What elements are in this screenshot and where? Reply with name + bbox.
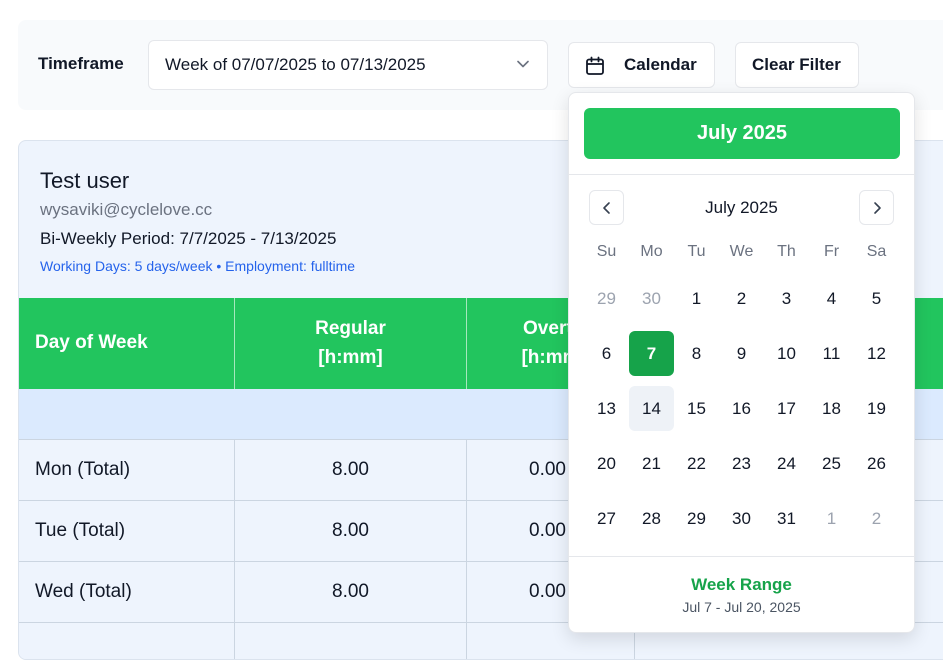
calendar-popup-header[interactable]: July 2025 bbox=[584, 108, 900, 159]
employment-meta: Working Days: 5 days/week • Employment: … bbox=[40, 258, 356, 274]
divider bbox=[569, 556, 914, 557]
timeframe-label: Timeframe bbox=[38, 54, 124, 73]
calendar-day[interactable]: 13 bbox=[584, 386, 629, 431]
calendar-icon bbox=[586, 56, 604, 75]
clear-filter-label: Clear Filter bbox=[752, 55, 841, 74]
calendar-day[interactable]: 19 bbox=[854, 386, 899, 431]
weekday-label: Sa bbox=[866, 243, 887, 260]
calendar-day[interactable]: 17 bbox=[764, 386, 809, 431]
calendar-day[interactable]: 1 bbox=[809, 496, 854, 541]
user-name: Test user bbox=[40, 168, 130, 193]
calendar-day[interactable]: 10 bbox=[764, 331, 809, 376]
row-regular: 8.00 bbox=[332, 520, 369, 541]
calendar-day[interactable]: 24 bbox=[764, 441, 809, 486]
weekday-label: Tu bbox=[687, 243, 706, 260]
period-label: Bi-Weekly Period: 7/7/2025 - 7/13/2025 bbox=[40, 229, 337, 248]
calendar-day[interactable]: 20 bbox=[584, 441, 629, 486]
timeframe-select[interactable]: Week of 07/07/2025 to 07/13/2025 bbox=[148, 40, 548, 90]
row-day: Wed (Total) bbox=[35, 581, 132, 602]
weekday-label: Su bbox=[596, 243, 617, 260]
calendar-day[interactable]: 25 bbox=[809, 441, 854, 486]
calendar-day[interactable]: 23 bbox=[719, 441, 764, 486]
calendar-day[interactable]: 30 bbox=[719, 496, 764, 541]
calendar-day[interactable]: 27 bbox=[584, 496, 629, 541]
calendar-day[interactable]: 12 bbox=[854, 331, 899, 376]
header-regular[interactable]: Regular [h:mm] bbox=[235, 298, 467, 389]
row-overtime: 0.00 bbox=[529, 581, 566, 602]
calendar-day[interactable]: 8 bbox=[674, 331, 719, 376]
calendar-day[interactable]: 29 bbox=[584, 276, 629, 321]
calendar-button[interactable]: Calendar bbox=[568, 42, 715, 88]
calendar-day[interactable]: 28 bbox=[629, 496, 674, 541]
row-regular: 8.00 bbox=[332, 581, 369, 602]
weekday-label: Th bbox=[777, 243, 796, 260]
clear-filter-button[interactable]: Clear Filter bbox=[735, 42, 859, 88]
calendar-day[interactable]: 15 bbox=[674, 386, 719, 431]
week-range-value: Jul 7 - Jul 20, 2025 bbox=[682, 599, 801, 615]
divider bbox=[569, 174, 914, 175]
row-overtime: 0.00 bbox=[529, 520, 566, 541]
user-email: wysaviki@cyclelove.cc bbox=[40, 200, 213, 219]
calendar-day[interactable]: 2 bbox=[854, 496, 899, 541]
row-regular: 8.00 bbox=[332, 459, 369, 480]
header-day-of-week[interactable]: Day of Week bbox=[19, 298, 235, 389]
calendar-day[interactable]: 30 bbox=[629, 276, 674, 321]
calendar-day-selected[interactable]: 7 bbox=[629, 331, 674, 376]
calendar-day[interactable]: 1 bbox=[674, 276, 719, 321]
weekday-label: Mo bbox=[640, 243, 663, 260]
calendar-day[interactable]: 16 bbox=[719, 386, 764, 431]
row-day: Mon (Total) bbox=[35, 459, 131, 480]
calendar-day[interactable]: 21 bbox=[629, 441, 674, 486]
week-range-title: Week Range bbox=[691, 575, 792, 594]
calendar-day[interactable]: 26 bbox=[854, 441, 899, 486]
calendar-day[interactable]: 9 bbox=[719, 331, 764, 376]
calendar-button-label: Calendar bbox=[624, 55, 697, 74]
row-day: Tue (Total) bbox=[35, 520, 126, 541]
calendar-day[interactable]: 31 bbox=[764, 496, 809, 541]
weekday-label: Fr bbox=[823, 243, 840, 260]
weekday-label: We bbox=[729, 243, 754, 260]
calendar-day[interactable]: 18 bbox=[809, 386, 854, 431]
calendar-day[interactable]: 6 bbox=[584, 331, 629, 376]
row-overtime: 0.00 bbox=[529, 459, 566, 480]
calendar-popup: July 2025 July 2025 Su Mo Tu We Th Fr Sa… bbox=[568, 92, 915, 633]
calendar-day[interactable]: 3 bbox=[764, 276, 809, 321]
next-month-button[interactable] bbox=[859, 190, 894, 225]
calendar-day[interactable]: 5 bbox=[854, 276, 899, 321]
calendar-day[interactable]: 11 bbox=[809, 331, 854, 376]
chevron-down-icon bbox=[517, 60, 529, 68]
calendar-day[interactable]: 2 bbox=[719, 276, 764, 321]
calendar-day[interactable]: 22 bbox=[674, 441, 719, 486]
calendar-day[interactable]: 4 bbox=[809, 276, 854, 321]
chevron-right-icon bbox=[874, 202, 881, 214]
calendar-day-hovered[interactable]: 14 bbox=[629, 386, 674, 431]
timeframe-select-value: Week of 07/07/2025 to 07/13/2025 bbox=[165, 55, 426, 74]
calendar-day[interactable]: 29 bbox=[674, 496, 719, 541]
